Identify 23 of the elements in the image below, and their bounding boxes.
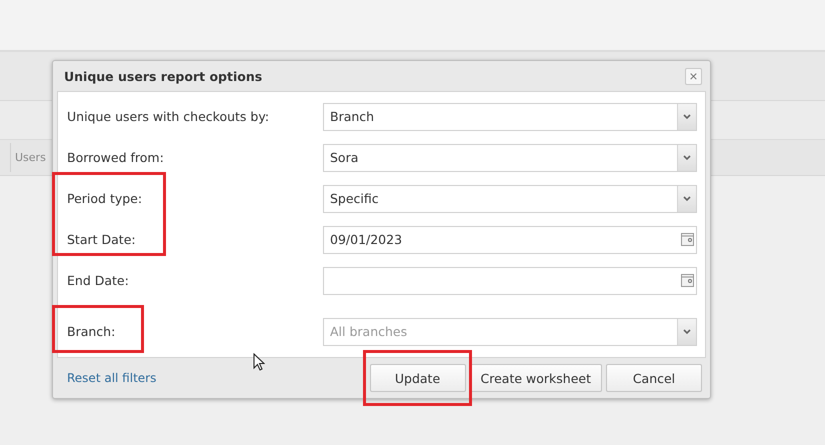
update-button[interactable]: Update	[370, 364, 466, 392]
reset-filters-link[interactable]: Reset all filters	[67, 371, 366, 385]
date-field[interactable]: 09/01/2023	[323, 226, 697, 254]
dropdown-field[interactable]: Sora	[323, 144, 697, 172]
calendar-icon[interactable]	[680, 233, 694, 246]
field-label: Unique users with checkouts by:	[67, 109, 270, 124]
field-label: Borrowed from:	[67, 150, 165, 165]
field-label: End Date:	[67, 273, 130, 288]
create-worksheet-button[interactable]: Create worksheet	[470, 364, 602, 392]
cancel-button[interactable]: Cancel	[606, 364, 702, 392]
date-field[interactable]	[323, 266, 697, 294]
field-label: Branch:	[67, 324, 116, 339]
field-label: Period type:	[67, 191, 144, 206]
chevron-down-icon	[683, 328, 691, 334]
calendar-icon[interactable]	[680, 274, 694, 287]
chevron-down-icon	[683, 154, 691, 160]
chevron-down-icon	[683, 114, 691, 120]
dialog-title: Unique users report options	[64, 68, 262, 84]
field-label: Start Date:	[67, 232, 137, 247]
dropdown-field[interactable]: Specific	[323, 184, 697, 212]
chevron-down-icon	[683, 196, 691, 202]
close-button[interactable]: ×	[685, 68, 702, 84]
dropdown-field[interactable]: Branch	[323, 102, 697, 130]
